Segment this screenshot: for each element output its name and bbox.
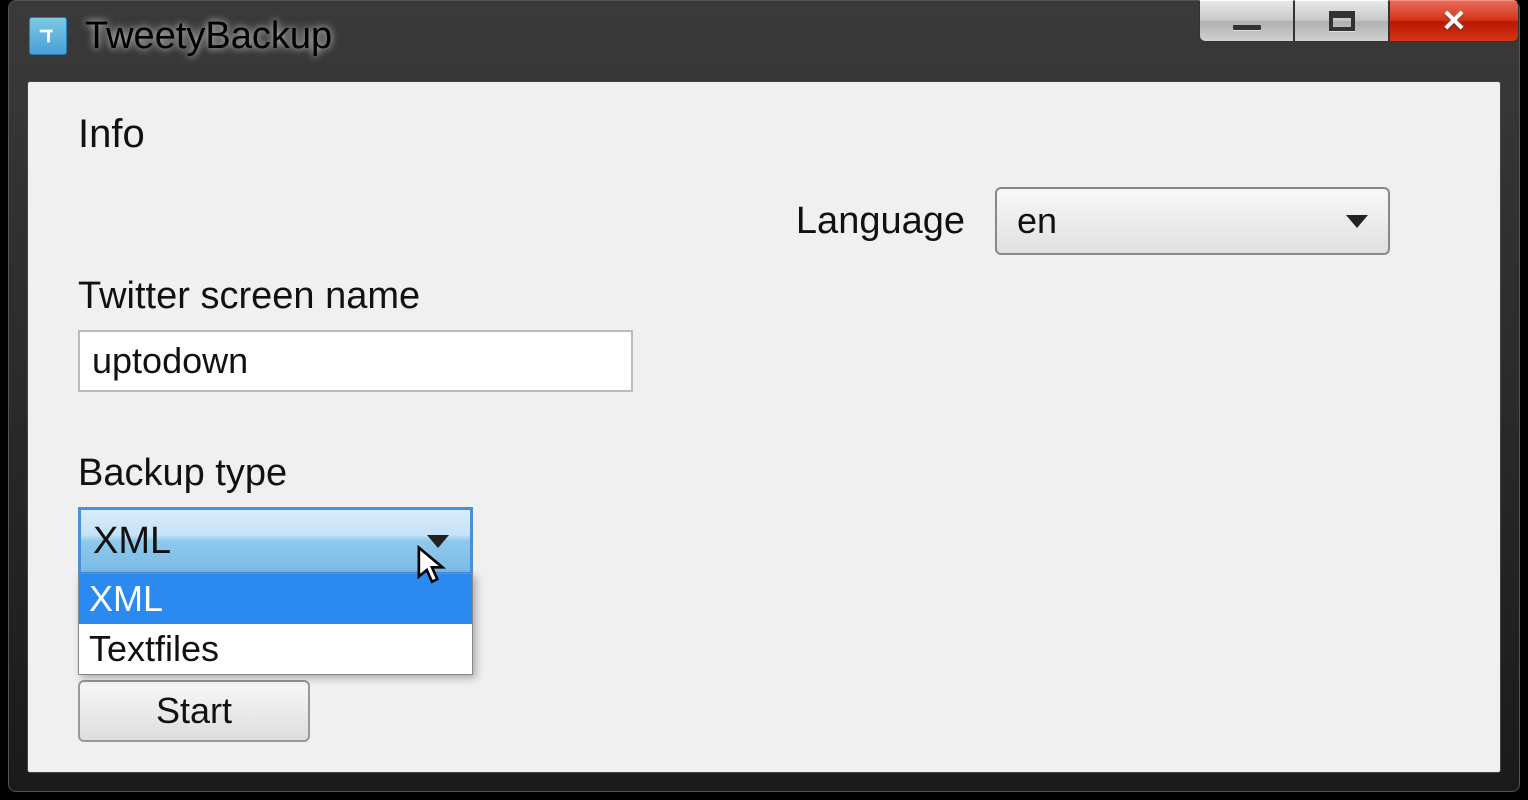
screen-name-input[interactable] [78, 330, 633, 392]
language-select[interactable]: en [995, 187, 1390, 255]
language-row: Language en [78, 187, 1450, 255]
start-button[interactable]: Start [78, 680, 310, 742]
language-label: Language [796, 200, 965, 243]
backup-type-group: Backup type XML XML Textfiles Start [78, 452, 1450, 742]
backup-type-select[interactable]: XML [78, 507, 473, 575]
maximize-icon [1329, 11, 1355, 31]
minimize-icon [1233, 25, 1261, 30]
backup-type-label: Backup type [78, 452, 1450, 495]
backup-type-dropdown-list: XML Textfiles [78, 573, 473, 675]
start-button-label: Start [156, 690, 232, 732]
maximize-button[interactable] [1294, 0, 1389, 42]
client-area: Info Language en Twitter screen name Bac… [27, 81, 1501, 773]
window-frame: TweetyBackup ✕ Info Language en Twitter … [8, 0, 1520, 792]
close-button[interactable]: ✕ [1389, 0, 1519, 42]
window-controls: ✕ [1199, 0, 1519, 42]
backup-type-selected-value: XML [93, 520, 171, 563]
dropdown-option-xml[interactable]: XML [79, 574, 472, 624]
chevron-down-icon [1346, 215, 1368, 228]
chevron-down-icon [418, 535, 458, 548]
title-left: TweetyBackup [29, 15, 332, 58]
screen-name-label: Twitter screen name [78, 275, 1450, 318]
screen-name-group: Twitter screen name [78, 275, 1450, 392]
close-icon: ✕ [1441, 4, 1466, 39]
dropdown-option-textfiles[interactable]: Textfiles [79, 624, 472, 674]
info-heading: Info [78, 112, 1450, 157]
language-selected-value: en [1017, 200, 1057, 242]
title-bar[interactable]: TweetyBackup ✕ [9, 1, 1519, 71]
app-icon [29, 17, 67, 55]
minimize-button[interactable] [1199, 0, 1294, 42]
window-title: TweetyBackup [85, 15, 332, 58]
